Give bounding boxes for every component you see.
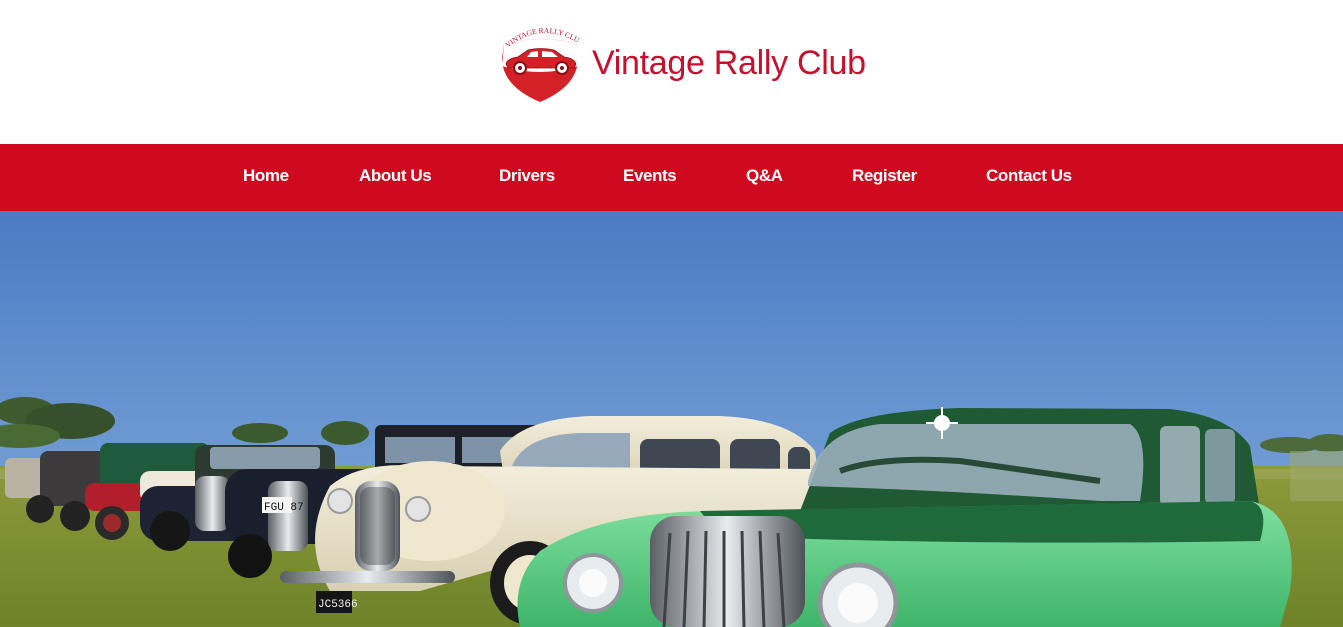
nav-register[interactable]: Register: [852, 144, 917, 211]
nav-contact-us[interactable]: Contact Us: [986, 144, 1072, 211]
site-header: VINTAGE RALLY CLUB Vintage Rally Club: [0, 0, 1343, 144]
nav-about-us[interactable]: About Us: [359, 144, 432, 211]
license-plate-2: FGU 87: [264, 502, 304, 514]
license-plate: JC5366: [318, 599, 358, 611]
nav-events[interactable]: Events: [623, 144, 677, 211]
nav-home[interactable]: Home: [243, 144, 289, 211]
vintage-cars-photo: FGU 87 JC5366: [0, 211, 1343, 627]
hero-image: FGU 87 JC5366: [0, 211, 1343, 627]
club-logo[interactable]: VINTAGE RALLY CLUB: [498, 22, 582, 104]
nav-drivers[interactable]: Drivers: [499, 144, 555, 211]
main-navigation: Home About Us Drivers Events Q&A Registe…: [0, 144, 1343, 211]
nav-qa[interactable]: Q&A: [746, 144, 783, 211]
brand[interactable]: VINTAGE RALLY CLUB Vintage Rally Club: [498, 22, 866, 104]
site-title[interactable]: Vintage Rally Club: [592, 43, 866, 83]
